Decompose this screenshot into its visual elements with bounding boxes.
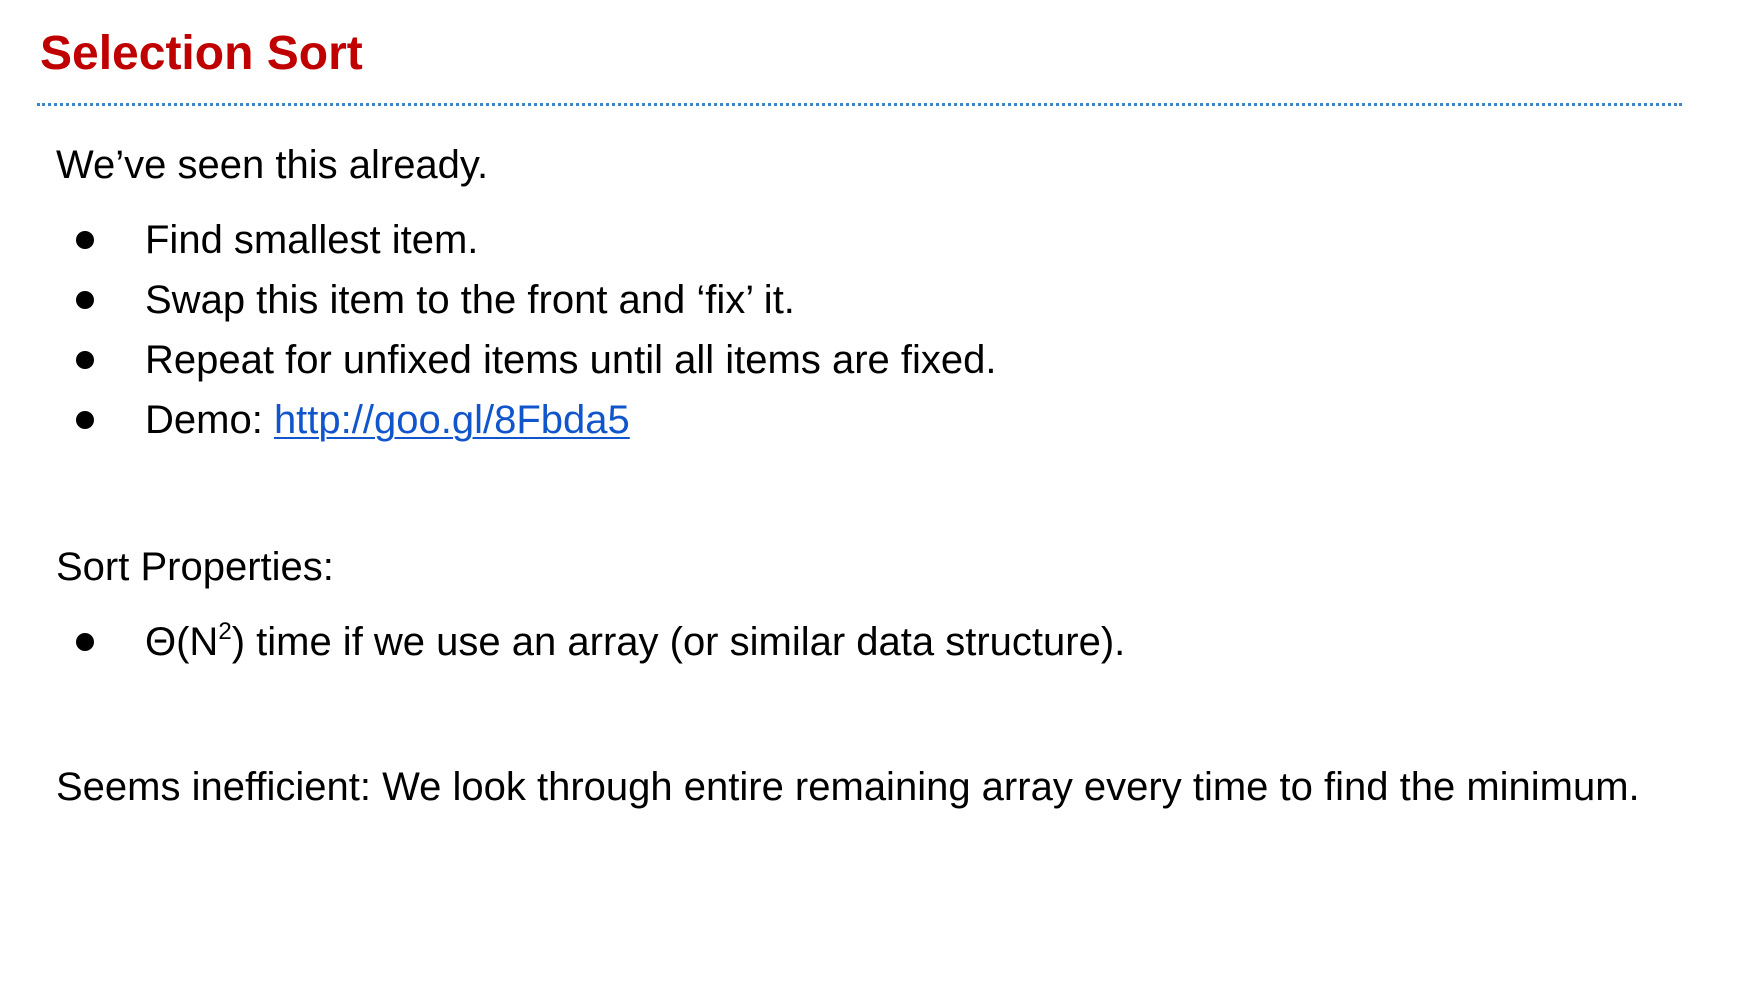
step-text: Repeat for unfixed items until all items… [145, 338, 997, 382]
step-text: Swap this item to the front and ‘fix’ it… [145, 278, 795, 322]
bullet-icon [76, 291, 94, 309]
slide: Selection Sort We’ve seen this already. … [0, 0, 1752, 984]
bullet-icon [76, 633, 94, 651]
demo-label: Demo: [145, 398, 274, 442]
conclusion-text: Seems inefficient: We look through entir… [56, 765, 1640, 809]
steps-list: Find smallest item. Swap this item to th… [56, 210, 997, 450]
bullet-icon [76, 231, 94, 249]
list-item: Demo: http://goo.gl/8Fbda5 [56, 390, 997, 450]
step-text: Find smallest item. [145, 218, 479, 262]
slide-title: Selection Sort [40, 27, 363, 80]
list-item: Θ(N2) time if we use an array (or simila… [56, 612, 1125, 672]
list-item: Find smallest item. [56, 210, 997, 270]
intro-text: We’ve seen this already. [56, 143, 489, 187]
bullet-icon [76, 411, 94, 429]
demo-link[interactable]: http://goo.gl/8Fbda5 [274, 398, 630, 442]
bullet-icon [76, 351, 94, 369]
list-item: Swap this item to the front and ‘fix’ it… [56, 270, 997, 330]
title-divider [37, 103, 1682, 106]
properties-heading: Sort Properties: [56, 545, 334, 589]
list-item: Repeat for unfixed items until all items… [56, 330, 997, 390]
properties-list: Θ(N2) time if we use an array (or simila… [56, 612, 1125, 672]
complexity-exponent: 2 [218, 618, 232, 645]
complexity-prefix: Θ(N [145, 620, 219, 664]
complexity-suffix: ) time if we use an array (or similar da… [231, 620, 1126, 664]
